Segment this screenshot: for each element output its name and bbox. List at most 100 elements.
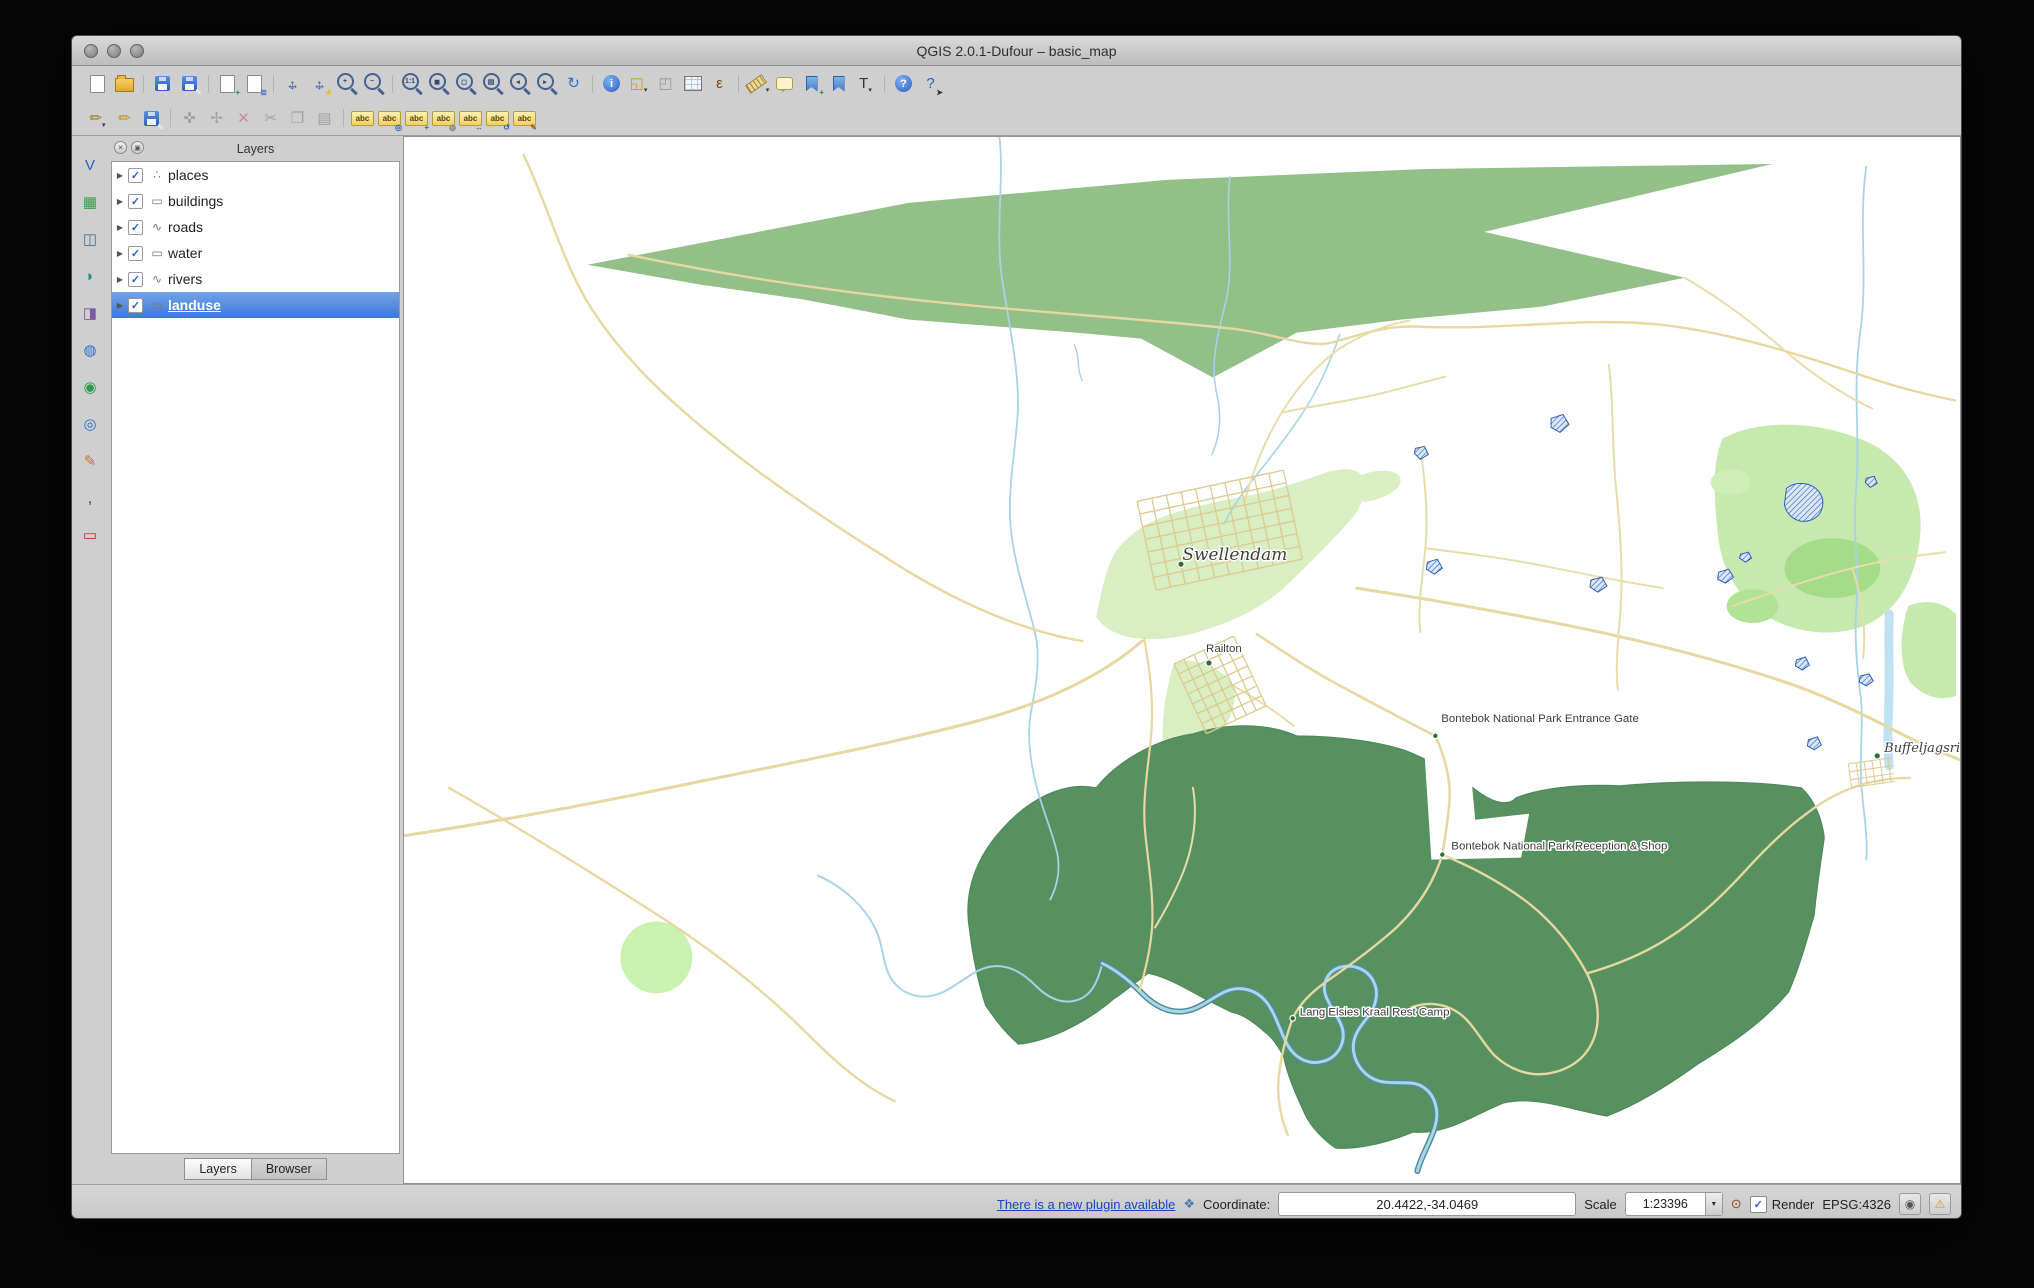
add-delimited-text-layer-button[interactable]: , <box>77 485 103 511</box>
crs-status-button[interactable]: ◉ <box>1899 1193 1921 1215</box>
save-project-button[interactable] <box>149 70 176 97</box>
new-composer-button[interactable]: + <box>214 70 241 97</box>
save-layer-edits-button[interactable]: ✎ <box>138 105 165 132</box>
composer-manager-button[interactable]: ≣ <box>241 70 268 97</box>
layer-item-water[interactable]: ▶✓▭water <box>112 240 399 266</box>
layer-item-buildings[interactable]: ▶✓▭buildings <box>112 188 399 214</box>
layer-item-places[interactable]: ▶✓∴places <box>112 162 399 188</box>
layer-label[interactable]: landuse <box>168 297 221 313</box>
refresh-map-button[interactable]: ↻ <box>560 70 587 97</box>
layer-visibility-checkbox[interactable]: ✓ <box>128 168 143 183</box>
current-edits-button[interactable]: ✏▾ <box>84 105 111 132</box>
show-hide-labels-button[interactable]: abc◍ <box>430 105 457 132</box>
scale-dropdown-arrow-icon[interactable]: ▼ <box>1705 1193 1722 1215</box>
map-tips-button[interactable] <box>771 70 798 97</box>
whats-this-button[interactable]: ?➤ <box>917 70 944 97</box>
log-messages-button[interactable]: ⚠ <box>1929 1193 1951 1215</box>
toolbar-separator <box>138 71 149 97</box>
zoom-native-button[interactable]: 1:1 <box>398 70 425 97</box>
pan-to-selection-button[interactable]: ★ <box>306 70 333 97</box>
coordinate-label: Coordinate: <box>1203 1197 1270 1212</box>
layer-item-roads[interactable]: ▶✓∿roads <box>112 214 399 240</box>
rotate-label-button[interactable]: abc↺ <box>484 105 511 132</box>
zoom-to-selection-button[interactable]: ◻ <box>452 70 479 97</box>
field-calculator-button[interactable]: ε <box>706 70 733 97</box>
magnifier-icon[interactable]: ⊙ <box>1731 1196 1742 1212</box>
toggle-editing-button[interactable]: ✏ <box>111 105 138 132</box>
layer-item-landuse[interactable]: ▶✓▭landuse <box>112 292 399 318</box>
render-checkbox[interactable]: ✓ <box>1750 1196 1767 1213</box>
new-bookmark-button[interactable]: + <box>798 70 825 97</box>
show-bookmarks-button[interactable] <box>825 70 852 97</box>
layer-item-rivers[interactable]: ▶✓ ∿rivers <box>112 266 399 292</box>
zoom-full-button[interactable]: ◼ <box>425 70 452 97</box>
delete-selected-button: ✕ <box>230 105 257 132</box>
highlight-pinned-labels-button[interactable]: abc◎ <box>376 105 403 132</box>
add-spatialite-layer-button[interactable]: ◗ <box>77 263 103 289</box>
save-project-as-button[interactable]: ✎ <box>176 70 203 97</box>
add-wfs-layer-button[interactable]: ◎ <box>77 411 103 437</box>
pin-unpin-labels-button[interactable]: abc+ <box>403 105 430 132</box>
layer-label[interactable]: places <box>168 167 208 183</box>
layer-visibility-checkbox[interactable]: ✓ <box>128 272 143 287</box>
expand-arrow-icon[interactable]: ▶ <box>112 249 128 258</box>
deselect-features-button[interactable]: ◰ <box>652 70 679 97</box>
layer-visibility-checkbox[interactable]: ✓ <box>128 194 143 209</box>
map-canvas[interactable]: Swellendam Railton Bontebok National Par… <box>403 136 1961 1184</box>
new-shapefile-layer-button[interactable]: ✎ <box>77 448 103 474</box>
pan-map-button[interactable] <box>279 70 306 97</box>
layer-visibility-checkbox[interactable]: ✓ <box>128 220 143 235</box>
expand-arrow-icon[interactable]: ▶ <box>112 275 128 284</box>
add-raster-layer-button[interactable]: ▦ <box>77 189 103 215</box>
layer-visibility-checkbox[interactable]: ✓ <box>128 298 143 313</box>
layer-visibility-checkbox[interactable]: ✓ <box>128 246 143 261</box>
panel-float-button[interactable]: ▣ <box>131 141 144 154</box>
add-vector-layer-button[interactable]: V <box>77 152 103 178</box>
open-attribute-table-button[interactable] <box>679 70 706 97</box>
zoom-button[interactable] <box>130 44 144 58</box>
add-mssql-layer-button[interactable]: ◨ <box>77 300 103 326</box>
measure-button[interactable]: ▾ <box>744 70 771 97</box>
identify-features-button[interactable]: i <box>598 70 625 97</box>
scale-combo[interactable]: 1:23396 ▼ <box>1625 1192 1723 1216</box>
expand-arrow-icon[interactable]: ▶ <box>112 223 128 232</box>
remove-layer-button[interactable]: ▭ <box>77 522 103 548</box>
add-postgis-layer-button[interactable]: ◫ <box>77 226 103 252</box>
digitizing-toolbar: ✏▾✏✎✜✢✕✂❐▤abcabc◎abc+abc◍abc↔abc↺abc✎ <box>72 101 1961 136</box>
plugin-icon[interactable]: ❖ <box>1183 1196 1195 1212</box>
expand-arrow-icon[interactable]: ▶ <box>112 301 128 310</box>
text-annotation-button[interactable]: T▾ <box>852 70 879 97</box>
layer-type-icon: ∿ <box>148 272 166 286</box>
layer-label[interactable]: water <box>168 245 202 261</box>
labeling-options-button[interactable]: abc <box>349 105 376 132</box>
zoom-next-button[interactable]: ▸ <box>533 70 560 97</box>
add-wms-layer-button[interactable]: ◍ <box>77 337 103 363</box>
help-button[interactable]: ? <box>890 70 917 97</box>
expand-arrow-icon[interactable]: ▶ <box>112 197 128 206</box>
layer-label[interactable]: rivers <box>168 271 202 287</box>
minimize-button[interactable] <box>107 44 121 58</box>
tab-browser[interactable]: Browser <box>252 1158 327 1180</box>
close-button[interactable] <box>84 44 98 58</box>
zoom-in-button[interactable]: + <box>333 70 360 97</box>
title-bar[interactable]: QGIS 2.0.1-Dufour – basic_map <box>72 36 1961 66</box>
panel-close-button[interactable]: ✕ <box>114 141 127 154</box>
tab-layers[interactable]: Layers <box>184 1158 252 1180</box>
zoom-out-button[interactable]: − <box>360 70 387 97</box>
layer-label[interactable]: roads <box>168 219 203 235</box>
coordinate-input[interactable]: 20.4422,-34.0469 <box>1278 1192 1576 1216</box>
map[interactable]: Swellendam Railton Bontebok National Par… <box>404 137 1960 1183</box>
plugin-update-link[interactable]: There is a new plugin available <box>997 1197 1176 1212</box>
open-project-button[interactable] <box>111 70 138 97</box>
zoom-last-button[interactable]: ◂ <box>506 70 533 97</box>
move-label-button[interactable]: abc↔ <box>457 105 484 132</box>
add-wcs-layer-button[interactable]: ◉ <box>77 374 103 400</box>
new-project-button[interactable] <box>84 70 111 97</box>
dropdown-arrow-icon: ▾ <box>766 86 770 97</box>
select-features-button[interactable]: ◱▾ <box>625 70 652 97</box>
expand-arrow-icon[interactable]: ▶ <box>112 171 128 180</box>
zoom-to-layer-button[interactable]: ▤ <box>479 70 506 97</box>
layer-label[interactable]: buildings <box>168 193 223 209</box>
change-label-button[interactable]: abc✎ <box>511 105 538 132</box>
map-label-buffeljagsrivier: Buffeljagsrivier <box>1883 741 1960 756</box>
